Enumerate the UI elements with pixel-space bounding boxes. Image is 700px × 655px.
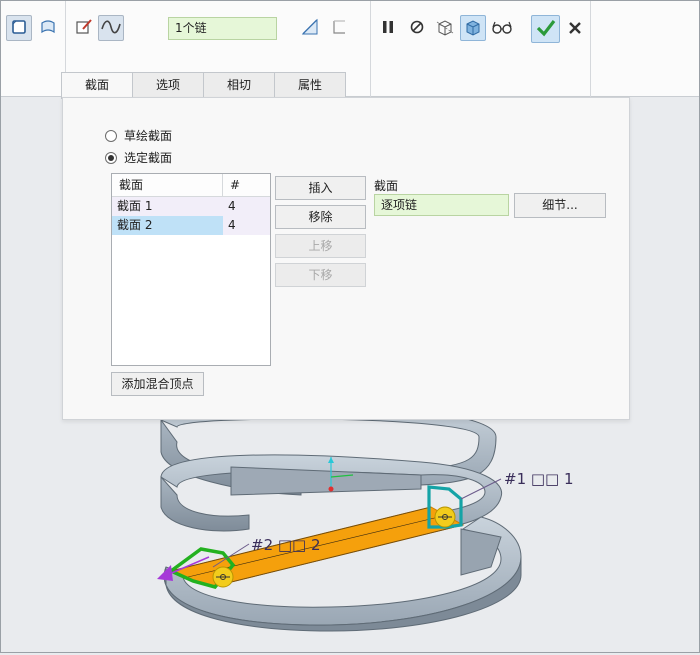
spline-button[interactable] xyxy=(98,15,124,41)
section-count: 4 xyxy=(223,216,270,235)
section-label: 截面 xyxy=(374,179,399,193)
details-button[interactable]: 细节... xyxy=(514,193,606,218)
cancel-button[interactable] xyxy=(562,16,588,42)
sketch-icon xyxy=(75,18,93,39)
sections-panel: 草绘截面 选定截面 截面 # 截面 1 4 截面 2 4 插入 移除 上移 下移… xyxy=(62,97,630,420)
add-blend-vertex-button[interactable]: 添加混合顶点 xyxy=(111,372,204,396)
glasses-button[interactable] xyxy=(489,15,515,41)
section-collector-field[interactable]: 逐项链 xyxy=(374,194,509,216)
sections-list[interactable]: 截面 # 截面 1 4 截面 2 4 xyxy=(111,173,271,366)
move-up-button[interactable]: 上移 xyxy=(275,234,366,258)
section-1-annotation: #1 □□ 1 xyxy=(504,470,574,488)
radio-selected-sections[interactable]: 选定截面 xyxy=(105,149,172,166)
tab-sections[interactable]: 截面 xyxy=(61,72,133,99)
radio-sketched-label: 草绘截面 xyxy=(124,129,173,143)
move-down-button[interactable]: 下移 xyxy=(275,263,366,287)
confirm-icon xyxy=(535,18,557,41)
geometry-preview-icon xyxy=(435,18,455,39)
tab-tangency[interactable]: 相切 xyxy=(203,72,275,98)
tab-properties[interactable]: 属性 xyxy=(274,72,346,98)
section-name: 截面 1 xyxy=(117,199,153,213)
no-preview-button[interactable] xyxy=(404,15,430,41)
radio-selected-label: 选定截面 xyxy=(124,151,173,165)
solid-button[interactable] xyxy=(6,15,32,41)
sketch-button[interactable] xyxy=(71,15,97,41)
tab-options[interactable]: 选项 xyxy=(132,72,204,98)
pause-button[interactable] xyxy=(375,15,401,41)
thicken-icon xyxy=(300,18,320,39)
radio-circle-selected[interactable] xyxy=(105,151,117,164)
surface-icon xyxy=(39,18,57,39)
remove-material-button[interactable] xyxy=(326,15,352,41)
insert-button[interactable]: 插入 xyxy=(275,176,366,200)
radio-circle-sketched[interactable] xyxy=(105,129,117,142)
list-item[interactable]: 截面 1 4 xyxy=(112,197,270,216)
no-preview-icon xyxy=(408,18,426,39)
geometry-preview-button[interactable] xyxy=(432,15,458,41)
header-count: # xyxy=(230,178,241,192)
spline-icon xyxy=(101,18,121,39)
pause-icon xyxy=(380,18,396,39)
sections-list-header: 截面 # xyxy=(112,174,270,197)
radio-sketched-sections[interactable]: 草绘截面 xyxy=(105,127,172,144)
thicken-button[interactable] xyxy=(297,15,323,41)
list-item[interactable]: 截面 2 4 xyxy=(112,216,270,235)
confirm-button[interactable] xyxy=(531,15,560,43)
chain-collector-field[interactable]: 1个链 xyxy=(168,17,277,40)
verify-button[interactable] xyxy=(460,15,486,41)
section-name: 截面 2 xyxy=(112,216,223,235)
cancel-icon xyxy=(568,21,582,38)
glasses-icon xyxy=(491,18,513,39)
section-2-annotation: #2 □□ 2 xyxy=(251,536,321,554)
surface-button[interactable] xyxy=(35,15,61,41)
dashboard-tabs: 截面 选项 相切 属性 xyxy=(61,72,346,99)
verify-icon xyxy=(463,18,483,39)
section-count: 4 xyxy=(228,199,236,213)
solid-icon xyxy=(10,18,28,39)
header-section: 截面 xyxy=(112,174,223,196)
remove-icon xyxy=(330,18,348,39)
remove-button[interactable]: 移除 xyxy=(275,205,366,229)
